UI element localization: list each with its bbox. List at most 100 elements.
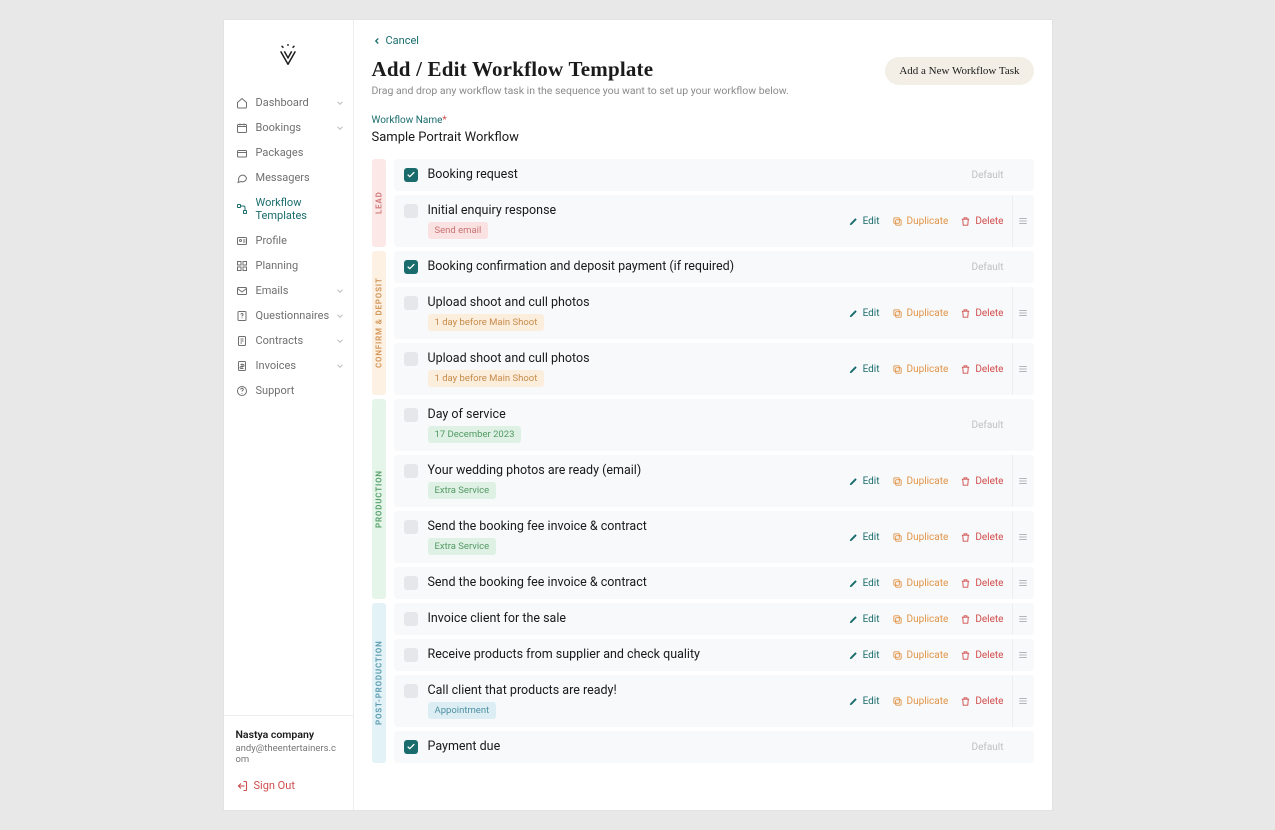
duplicate-button[interactable]: Duplicate <box>892 308 949 319</box>
sidebar-item-bookings[interactable]: Bookings <box>224 115 353 140</box>
stage-label: CONFIRM & DEPOSIT <box>372 251 386 395</box>
task-checkbox[interactable] <box>404 612 418 626</box>
task-checkbox[interactable] <box>404 464 418 478</box>
sidebar-item-label: Invoices <box>256 359 297 372</box>
delete-button[interactable]: Delete <box>960 650 1003 661</box>
mail-icon <box>236 285 248 297</box>
drag-handle[interactable] <box>1012 455 1034 507</box>
task-actions: Edit Duplicate Delete <box>848 578 1012 589</box>
workflow-task: Booking requestDefault <box>394 159 1034 191</box>
sidebar-item-label: Contracts <box>256 334 304 347</box>
task-checkbox[interactable] <box>404 296 418 310</box>
duplicate-button[interactable]: Duplicate <box>892 614 949 625</box>
page-subtitle: Drag and drop any workflow task in the s… <box>372 84 789 97</box>
task-checkbox[interactable] <box>404 352 418 366</box>
task-checkbox[interactable] <box>404 684 418 698</box>
delete-button[interactable]: Delete <box>960 364 1003 375</box>
delete-button[interactable]: Delete <box>960 532 1003 543</box>
task-title: Initial enquiry response <box>428 203 557 218</box>
sidebar-item-label: Packages <box>256 146 304 159</box>
workflow-task: Your wedding photos are ready (email)Ext… <box>394 455 1034 507</box>
task-tag: 17 December 2023 <box>428 426 522 443</box>
task-actions: Edit Duplicate Delete <box>848 650 1012 661</box>
sidebar-item-contracts[interactable]: Contracts <box>224 328 353 353</box>
box-icon <box>236 147 248 159</box>
duplicate-button[interactable]: Duplicate <box>892 578 949 589</box>
sidebar-item-dashboard[interactable]: Dashboard <box>224 90 353 115</box>
task-checkbox[interactable] <box>404 576 418 590</box>
edit-button[interactable]: Edit <box>848 650 880 661</box>
workflow-name-label: Workflow Name* <box>372 115 1034 126</box>
app-window: DashboardBookingsPackagesMessagersWorkfl… <box>224 20 1052 810</box>
sign-out-button[interactable]: Sign Out <box>236 779 341 792</box>
drag-handle[interactable] <box>1012 287 1034 339</box>
delete-button[interactable]: Delete <box>960 476 1003 487</box>
duplicate-button[interactable]: Duplicate <box>892 650 949 661</box>
drag-handle[interactable] <box>1012 567 1034 599</box>
duplicate-button[interactable]: Duplicate <box>892 696 949 707</box>
delete-button[interactable]: Delete <box>960 578 1003 589</box>
duplicate-button[interactable]: Duplicate <box>892 216 949 227</box>
drag-handle[interactable] <box>1012 603 1034 635</box>
edit-button[interactable]: Edit <box>848 364 880 375</box>
sidebar-item-profile[interactable]: Profile <box>224 228 353 253</box>
add-workflow-task-button[interactable]: Add a New Workflow Task <box>885 57 1033 85</box>
sidebar-item-invoices[interactable]: Invoices <box>224 353 353 378</box>
drag-handle[interactable] <box>1012 675 1034 727</box>
page-header: Add / Edit Workflow Template Drag and dr… <box>372 57 1034 97</box>
edit-button[interactable]: Edit <box>848 308 880 319</box>
drag-handle[interactable] <box>1012 511 1034 563</box>
drag-handle[interactable] <box>1012 639 1034 671</box>
duplicate-button[interactable]: Duplicate <box>892 476 949 487</box>
task-checkbox[interactable] <box>404 204 418 218</box>
chat-icon <box>236 172 248 184</box>
edit-button[interactable]: Edit <box>848 216 880 227</box>
cancel-button[interactable]: Cancel <box>372 34 1034 47</box>
delete-button[interactable]: Delete <box>960 308 1003 319</box>
sidebar-item-support[interactable]: Support <box>224 378 353 403</box>
task-tag: Extra Service <box>428 538 497 555</box>
workflow-task: Invoice client for the saleEditDuplicate… <box>394 603 1034 635</box>
edit-button[interactable]: Edit <box>848 614 880 625</box>
sidebar-item-messagers[interactable]: Messagers <box>224 165 353 190</box>
delete-button[interactable]: Delete <box>960 614 1003 625</box>
task-checkbox[interactable] <box>404 740 418 754</box>
default-label: Default <box>972 742 1004 753</box>
duplicate-button[interactable]: Duplicate <box>892 364 949 375</box>
duplicate-button[interactable]: Duplicate <box>892 532 949 543</box>
workflow-stage: PRODUCTIONDay of service17 December 2023… <box>372 399 1034 599</box>
flow-icon <box>236 203 248 215</box>
invoice-icon <box>236 360 248 372</box>
task-actions: Edit Duplicate Delete <box>848 532 1012 543</box>
idcard-icon <box>236 235 248 247</box>
edit-button[interactable]: Edit <box>848 476 880 487</box>
sidebar-item-questionnaires[interactable]: Questionnaires <box>224 303 353 328</box>
delete-button[interactable]: Delete <box>960 216 1003 227</box>
chevron-down-icon <box>335 98 345 108</box>
task-checkbox[interactable] <box>404 260 418 274</box>
sidebar-item-packages[interactable]: Packages <box>224 140 353 165</box>
task-checkbox[interactable] <box>404 408 418 422</box>
edit-button[interactable]: Edit <box>848 532 880 543</box>
workflow-stages: LEADBooking requestDefaultInitial enquir… <box>372 159 1034 763</box>
sidebar-item-planning[interactable]: Planning <box>224 253 353 278</box>
help-icon <box>236 385 248 397</box>
task-checkbox[interactable] <box>404 648 418 662</box>
delete-button[interactable]: Delete <box>960 696 1003 707</box>
sidebar-item-workflow-templates[interactable]: Workflow Templates <box>224 190 353 228</box>
workflow-task: Payment dueDefault <box>394 731 1034 763</box>
workflow-task: Call client that products are ready!Appo… <box>394 675 1034 727</box>
drag-handle[interactable] <box>1012 195 1034 247</box>
task-title: Booking confirmation and deposit payment… <box>428 259 735 274</box>
sidebar-item-emails[interactable]: Emails <box>224 278 353 303</box>
chevron-down-icon <box>335 123 345 133</box>
edit-button[interactable]: Edit <box>848 696 880 707</box>
task-checkbox[interactable] <box>404 520 418 534</box>
task-checkbox[interactable] <box>404 168 418 182</box>
main-content: Cancel Add / Edit Workflow Template Drag… <box>354 20 1052 810</box>
workflow-name-value[interactable]: Sample Portrait Workflow <box>372 130 1034 145</box>
edit-button[interactable]: Edit <box>848 578 880 589</box>
drag-handle[interactable] <box>1012 343 1034 395</box>
chevron-down-icon <box>335 336 345 346</box>
workflow-task: Booking confirmation and deposit payment… <box>394 251 1034 283</box>
